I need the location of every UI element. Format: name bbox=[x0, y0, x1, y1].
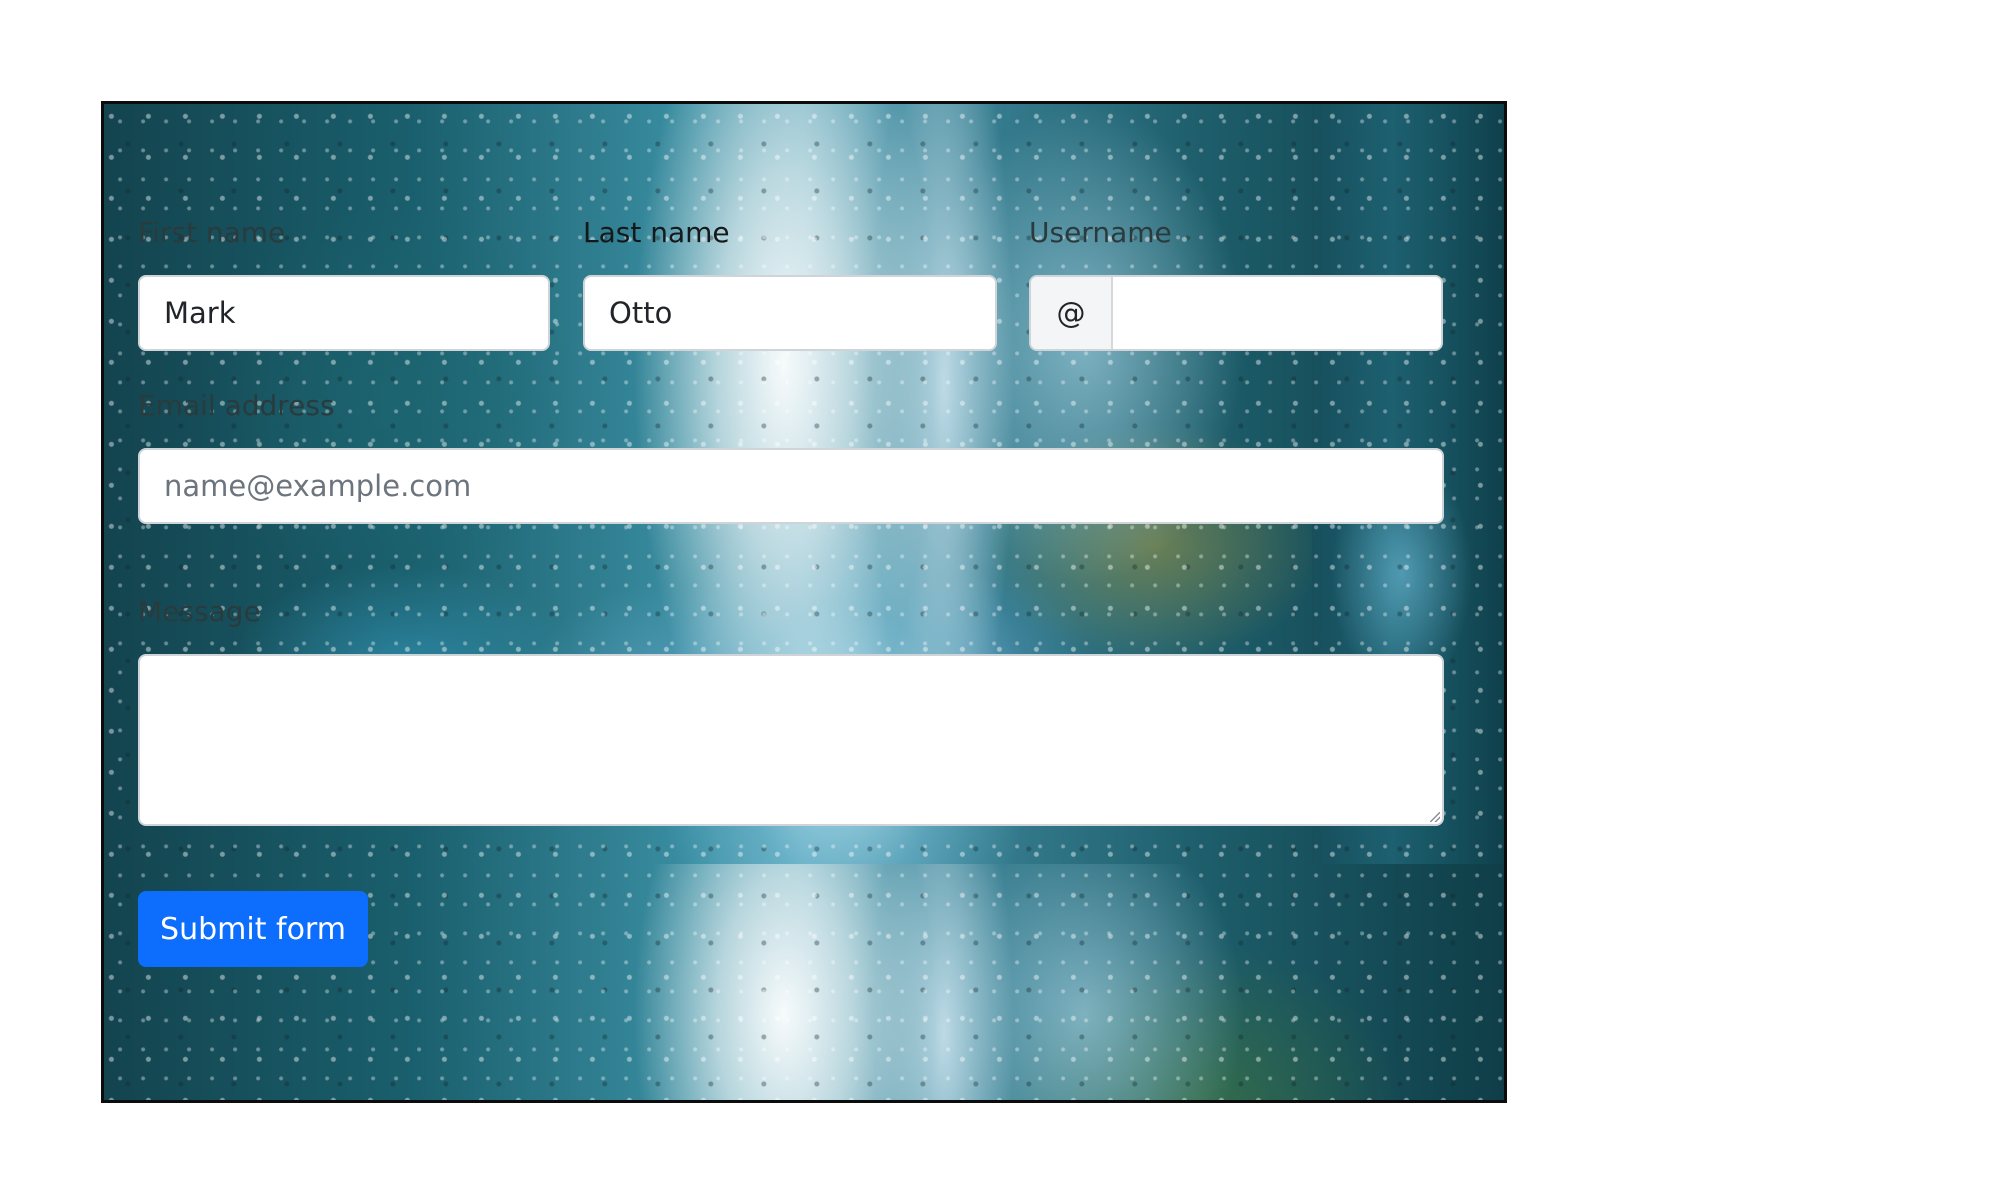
submit-button[interactable]: Submit form bbox=[138, 891, 368, 967]
first-name-input[interactable]: Mark bbox=[138, 275, 550, 351]
first-name-label: First name bbox=[138, 216, 286, 249]
email-input[interactable]: name@example.com bbox=[138, 448, 1444, 524]
username-input-group: @ bbox=[1029, 275, 1443, 351]
resize-grip-icon[interactable] bbox=[1430, 812, 1440, 822]
email-label: Email address bbox=[138, 389, 335, 422]
message-textarea[interactable] bbox=[138, 654, 1444, 826]
contact-form: First name Mark Last name Otto Username … bbox=[104, 104, 1504, 1100]
form-frame: First name Mark Last name Otto Username … bbox=[101, 101, 1507, 1103]
email-placeholder: name@example.com bbox=[164, 469, 472, 503]
last-name-input[interactable]: Otto bbox=[583, 275, 997, 351]
at-sign-prefix: @ bbox=[1031, 277, 1113, 349]
message-label: Message bbox=[138, 595, 261, 628]
last-name-value: Otto bbox=[609, 296, 673, 330]
username-input[interactable] bbox=[1113, 277, 1441, 349]
first-name-value: Mark bbox=[164, 296, 236, 330]
last-name-label: Last name bbox=[583, 216, 730, 249]
username-label: Username bbox=[1029, 216, 1172, 249]
